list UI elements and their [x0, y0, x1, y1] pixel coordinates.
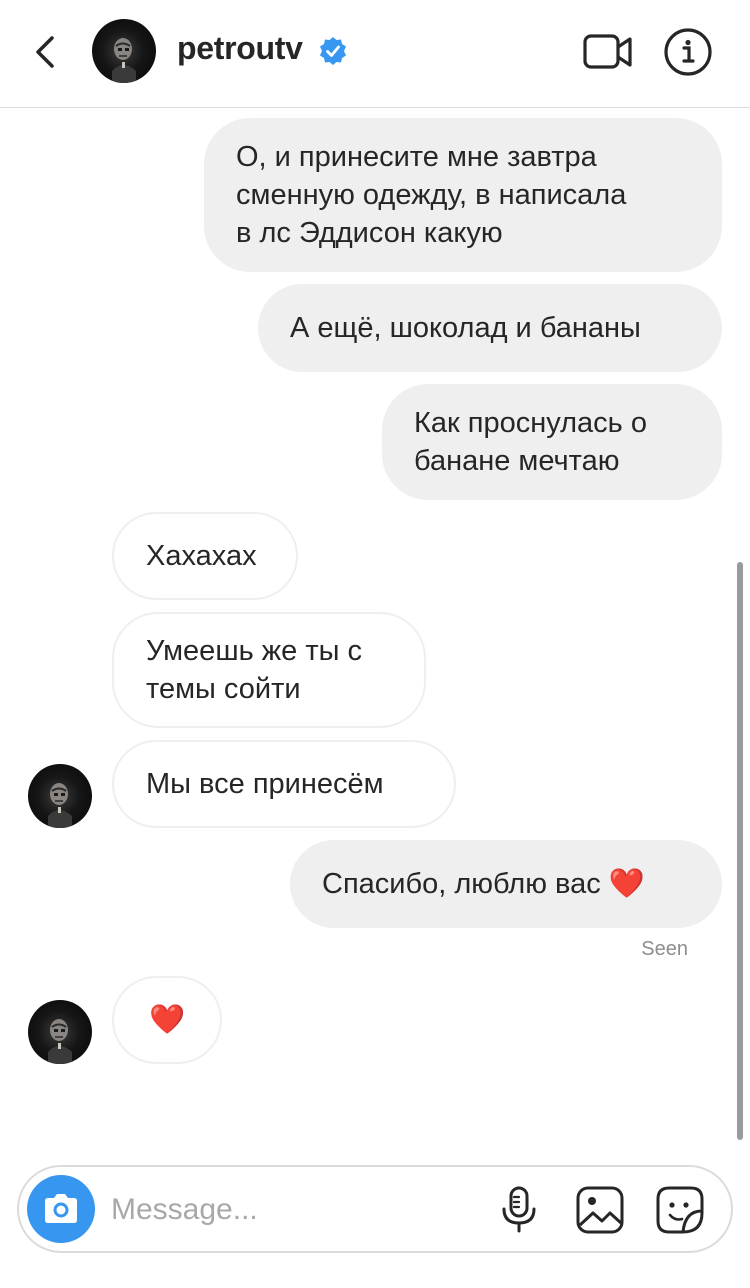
scrollbar[interactable]	[737, 562, 743, 1140]
message-bubble-incoming[interactable]: ❤️	[112, 976, 222, 1064]
sticker-icon	[656, 1186, 704, 1234]
avatar-portrait-icon	[48, 783, 72, 828]
back-icon	[36, 36, 54, 68]
message-input[interactable]	[109, 1183, 483, 1237]
sender-avatar[interactable]	[28, 764, 92, 828]
chat-header: petroutv	[0, 0, 750, 108]
message-text: Умеешь же ты с темы сойти	[146, 635, 363, 705]
gallery-icon	[576, 1186, 624, 1234]
avatar-portrait-icon	[48, 1019, 72, 1064]
message-bubble-outgoing[interactable]: Спасибо, люблю вас ❤️	[290, 840, 722, 928]
message-text: А ещё, шоколад и бананы	[290, 312, 641, 344]
camera-icon	[45, 1194, 77, 1223]
verified-badge-icon	[320, 37, 346, 65]
microphone-icon	[502, 1186, 536, 1233]
message-text: Спасибо, люблю вас ❤️	[322, 868, 645, 900]
avatar-portrait-icon	[112, 38, 136, 83]
video-call-icon	[583, 34, 632, 69]
back-button[interactable]	[26, 30, 66, 74]
info-icon	[664, 28, 712, 76]
message-text: Хахахах	[146, 540, 257, 572]
video-call-button[interactable]	[582, 30, 634, 74]
message-composer	[17, 1165, 733, 1253]
voice-message-button[interactable]	[499, 1185, 539, 1233]
message-bubble-incoming[interactable]: Умеешь же ты с темы сойти	[112, 612, 426, 728]
camera-button[interactable]	[27, 1175, 95, 1243]
sticker-button[interactable]	[655, 1185, 705, 1235]
sender-avatar[interactable]	[28, 1000, 92, 1064]
seen-indicator: Seen	[641, 938, 688, 960]
message-bubble-incoming[interactable]: Хахахах	[112, 512, 298, 600]
message-text: Как проснулась о банане мечтаю	[414, 407, 647, 477]
message-bubble-outgoing[interactable]: А ещё, шоколад и бананы	[258, 284, 722, 372]
info-button[interactable]	[663, 27, 713, 77]
message-bubble-outgoing[interactable]: О, и принесите мне завтра сменную одежду…	[204, 118, 722, 272]
profile-avatar[interactable]	[92, 19, 156, 83]
message-text: ❤️	[148, 1004, 186, 1036]
gallery-button[interactable]	[575, 1185, 625, 1235]
message-bubble-incoming[interactable]: Мы все принесём	[112, 740, 456, 828]
message-bubble-outgoing[interactable]: Как проснулась о банане мечтаю	[382, 384, 722, 500]
chat-username[interactable]: petroutv	[177, 30, 303, 67]
message-text: Мы все принесём	[146, 768, 384, 800]
message-text: О, и принесите мне завтра сменную одежду…	[236, 141, 627, 249]
